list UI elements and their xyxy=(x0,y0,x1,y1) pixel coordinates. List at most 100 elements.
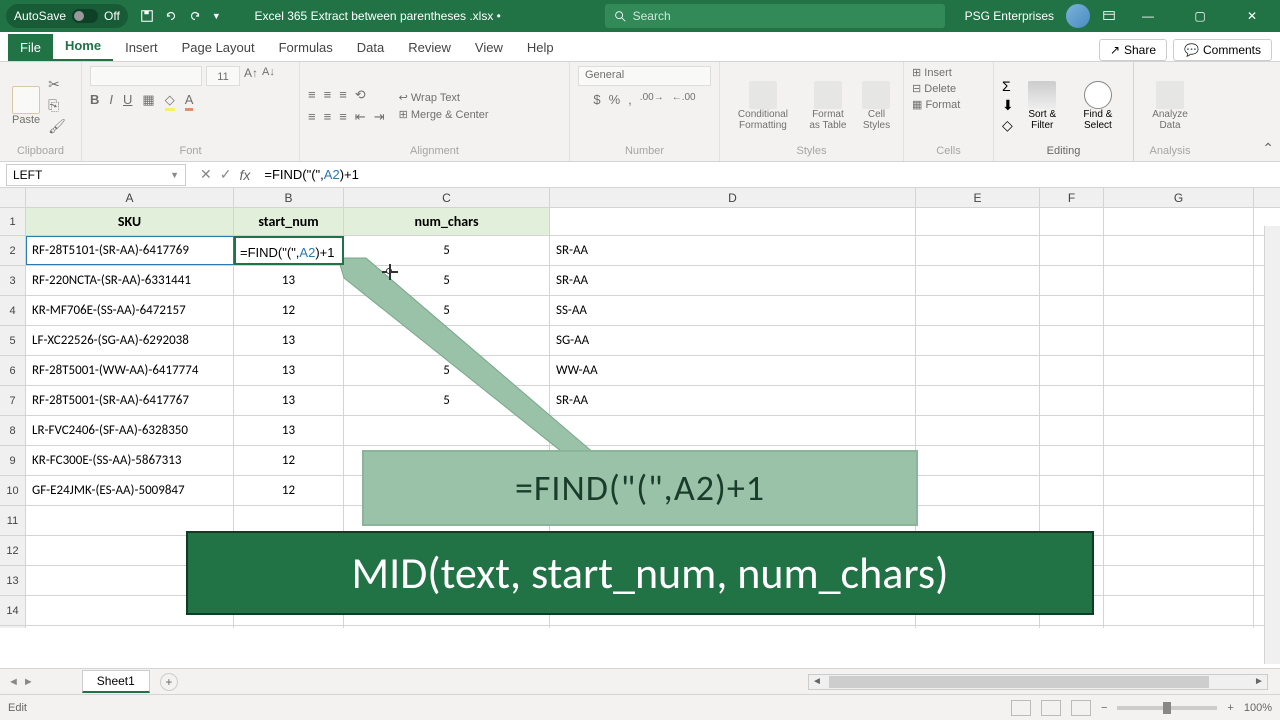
cell[interactable]: 13 xyxy=(234,356,344,385)
view-page-layout-icon[interactable] xyxy=(1041,700,1061,716)
name-box[interactable]: LEFT ▼ xyxy=(6,164,186,186)
col-header-E[interactable]: E xyxy=(916,188,1040,207)
comma-icon[interactable]: , xyxy=(628,92,632,107)
cell[interactable] xyxy=(550,626,916,628)
decrease-font-icon[interactable]: A↓ xyxy=(262,66,275,86)
cell[interactable]: LF-XC22526-(SG-AA)-6292038 xyxy=(26,326,234,355)
cell[interactable]: GF-E24JMK-(ES-AA)-5009847 xyxy=(26,476,234,505)
cell[interactable] xyxy=(1104,356,1254,385)
align-center-icon[interactable]: ≡ xyxy=(324,109,332,125)
cell-header-startnum[interactable]: start_num xyxy=(234,208,344,235)
cell[interactable] xyxy=(550,208,916,235)
cell[interactable] xyxy=(1040,476,1104,505)
align-right-icon[interactable]: ≡ xyxy=(339,109,347,125)
scroll-left-icon[interactable]: ◄ xyxy=(809,676,825,687)
cell[interactable] xyxy=(1040,236,1104,265)
cell[interactable] xyxy=(234,626,344,628)
row-header[interactable]: 15 xyxy=(0,626,26,628)
cell[interactable] xyxy=(26,626,234,628)
orientation-icon[interactable]: ⟲ xyxy=(355,87,366,103)
autosum-icon[interactable]: Σ xyxy=(1002,78,1014,94)
tab-insert[interactable]: Insert xyxy=(113,34,170,61)
cell[interactable]: RF-28T5101-(SR-AA)-6417769 xyxy=(26,236,234,265)
ribbon-display-icon[interactable] xyxy=(1102,9,1116,23)
format-as-table-button[interactable]: Format as Table xyxy=(802,79,854,133)
tab-file[interactable]: File xyxy=(8,34,53,61)
cell[interactable] xyxy=(1104,326,1254,355)
horizontal-scrollbar[interactable]: ◄ ► xyxy=(808,674,1268,690)
font-color-icon[interactable]: A xyxy=(185,92,194,111)
cell[interactable]: SG-AA xyxy=(550,326,916,355)
row-header[interactable]: 11 xyxy=(0,506,26,535)
cell[interactable] xyxy=(1104,386,1254,415)
cell[interactable]: 5 xyxy=(344,296,550,325)
sort-filter-button[interactable]: Sort & Filter xyxy=(1018,79,1067,133)
cell[interactable]: LR-FVC2406-(SF-AA)-6328350 xyxy=(26,416,234,445)
cell[interactable] xyxy=(916,266,1040,295)
fx-icon[interactable]: fx xyxy=(239,167,250,183)
row-header[interactable]: 9 xyxy=(0,446,26,475)
vertical-scrollbar[interactable] xyxy=(1264,226,1280,664)
cell[interactable]: SR-AA xyxy=(550,386,916,415)
tab-home[interactable]: Home xyxy=(53,32,113,61)
cell[interactable]: 5 xyxy=(344,236,550,265)
col-header-C[interactable]: C xyxy=(344,188,550,207)
cell[interactable]: KR-FC300E-(SS-AA)-5867313 xyxy=(26,446,234,475)
row-header[interactable]: 7 xyxy=(0,386,26,415)
cell[interactable] xyxy=(1104,446,1254,475)
search-input[interactable]: Search xyxy=(605,4,945,28)
cell[interactable] xyxy=(1040,356,1104,385)
cell[interactable]: 5 xyxy=(344,326,550,355)
comments-button[interactable]: 💬 Comments xyxy=(1173,39,1272,61)
autosave-toggle[interactable]: AutoSave Off xyxy=(6,4,128,28)
tab-data[interactable]: Data xyxy=(345,34,396,61)
cell[interactable] xyxy=(1040,626,1104,628)
indent-decrease-icon[interactable]: ⇤ xyxy=(355,109,366,125)
scroll-right-icon[interactable]: ► xyxy=(1251,676,1267,687)
cell[interactable]: RF-28T5001-(WW-AA)-6417774 xyxy=(26,356,234,385)
zoom-level[interactable]: 100% xyxy=(1244,702,1272,714)
cell[interactable]: SR-AA xyxy=(550,236,916,265)
align-left-icon[interactable]: ≡ xyxy=(308,109,316,125)
cell[interactable] xyxy=(1040,208,1104,235)
cell[interactable] xyxy=(1104,596,1254,625)
row-header[interactable]: 4 xyxy=(0,296,26,325)
copy-icon[interactable]: ⎘ xyxy=(48,97,66,114)
cell[interactable]: 12 xyxy=(234,296,344,325)
cell[interactable]: KR-MF706E-(SS-AA)-6472157 xyxy=(26,296,234,325)
cell[interactable] xyxy=(916,296,1040,325)
tab-review[interactable]: Review xyxy=(396,34,463,61)
find-select-button[interactable]: Find & Select xyxy=(1071,79,1125,133)
format-painter-icon[interactable]: 🖌 xyxy=(48,118,66,135)
cell[interactable]: WW-AA xyxy=(550,356,916,385)
clear-icon[interactable]: ◇ xyxy=(1002,117,1014,134)
cell[interactable] xyxy=(916,476,1040,505)
cell[interactable]: 13 xyxy=(234,416,344,445)
row-header[interactable]: 13 xyxy=(0,566,26,595)
cell[interactable] xyxy=(1040,266,1104,295)
row-header[interactable]: 5 xyxy=(0,326,26,355)
zoom-in-button[interactable]: + xyxy=(1227,702,1233,714)
cut-icon[interactable]: ✂ xyxy=(48,76,66,93)
cell-header-sku[interactable]: SKU xyxy=(26,208,234,235)
align-top-icon[interactable]: ≡ xyxy=(308,87,316,103)
align-middle-icon[interactable]: ≡ xyxy=(324,87,332,103)
select-all-corner[interactable] xyxy=(0,188,26,207)
row-header[interactable]: 12 xyxy=(0,536,26,565)
paste-button[interactable]: Paste xyxy=(8,84,44,128)
fill-color-icon[interactable]: ◇ xyxy=(165,92,175,111)
decrease-decimal-icon[interactable]: ←.00 xyxy=(672,92,696,107)
cell[interactable] xyxy=(916,446,1040,475)
cell[interactable]: RF-28T5001-(SR-AA)-6417767 xyxy=(26,386,234,415)
tab-page-layout[interactable]: Page Layout xyxy=(170,34,267,61)
cell[interactable] xyxy=(1104,506,1254,535)
cell[interactable] xyxy=(1104,208,1254,235)
analyze-data-button[interactable]: Analyze Data xyxy=(1142,79,1198,133)
row-header[interactable]: 3 xyxy=(0,266,26,295)
minimize-button[interactable]: — xyxy=(1128,0,1168,32)
collapse-ribbon-icon[interactable]: ⌃ xyxy=(1262,140,1274,157)
cell[interactable] xyxy=(1040,416,1104,445)
cell[interactable] xyxy=(344,416,550,445)
bold-button[interactable]: B xyxy=(90,92,99,111)
delete-cells-button[interactable]: ⊟ Delete xyxy=(912,82,956,95)
